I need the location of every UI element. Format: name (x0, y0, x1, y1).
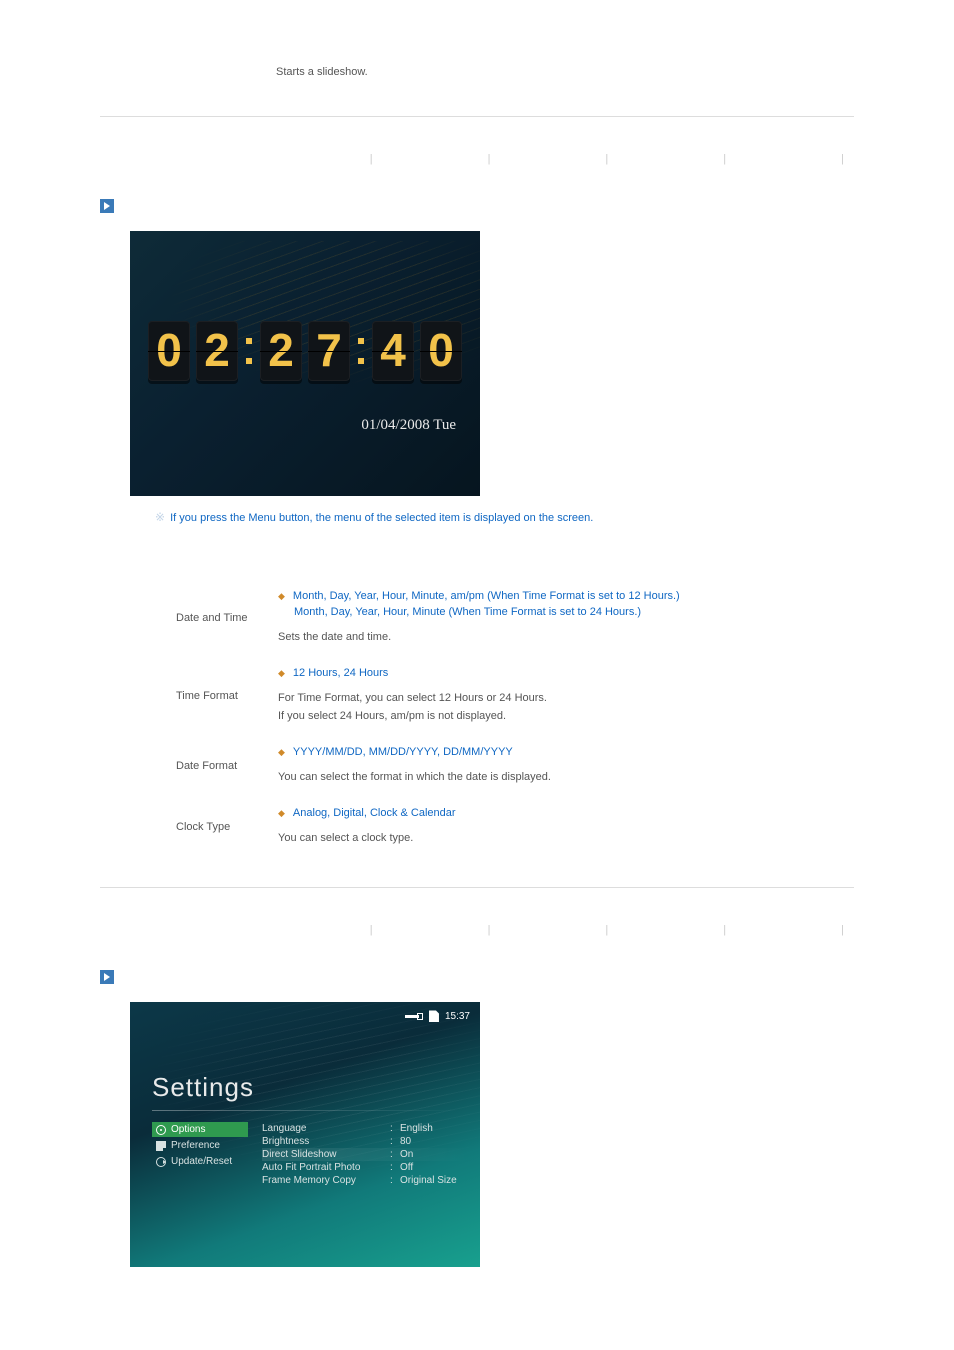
clock-colon (356, 338, 366, 364)
bullet-icon: ◆ (278, 808, 285, 818)
settings-row-value: Off (400, 1162, 413, 1173)
row-label: Clock Type (170, 797, 272, 858)
clock-date-text: 01/04/2008 Tue (361, 417, 456, 434)
settings-sidebar: Options Preference Update/Reset (152, 1122, 248, 1187)
option-text: YYYY/MM/DD, MM/DD/YYYY, DD/MM/YYYY (293, 746, 513, 758)
nav-sep: | (370, 153, 373, 165)
play-icon (100, 970, 114, 984)
nav-separator-row: | | | | | (0, 924, 954, 936)
row-label: Date Format (170, 736, 272, 797)
option-desc: For Time Format, you can select 12 Hours… (278, 689, 798, 708)
settings-row[interactable]: Language : English (262, 1122, 468, 1135)
sdcard-icon (429, 1010, 439, 1022)
note-text: If you press the Menu button, the menu o… (170, 512, 593, 524)
sidebar-item-options[interactable]: Options (152, 1122, 248, 1137)
option-desc: You can select the format in which the d… (278, 768, 798, 787)
clock-digit: 7 (308, 321, 350, 381)
settings-list: Language : English Brightness : 80 Direc… (262, 1122, 468, 1187)
menu-note: ※ If you press the Menu button, the menu… (155, 510, 954, 524)
note-glyph: ※ (155, 510, 163, 524)
sidebar-item-preference[interactable]: Preference (152, 1138, 248, 1153)
settings-row-label: Auto Fit Portrait Photo (262, 1162, 390, 1173)
row-label: Date and Time (170, 580, 272, 657)
clock-settings-table: Date and Time ◆ Month, Day, Year, Hour, M… (170, 580, 804, 857)
settings-row-value: Original Size (400, 1175, 457, 1186)
option-text: Analog, Digital, Clock & Calendar (293, 807, 456, 819)
nav-sep: | (605, 924, 608, 936)
sidebar-item-label: Preference (171, 1140, 220, 1151)
preference-icon (156, 1141, 166, 1151)
sidebar-item-label: Options (171, 1124, 205, 1135)
settings-row-value: On (400, 1149, 413, 1160)
nav-sep: | (841, 924, 844, 936)
nav-sep: | (723, 153, 726, 165)
settings-row-label: Direct Slideshow (262, 1149, 390, 1160)
intro-text: Starts a slideshow. (276, 66, 954, 78)
colon: : (390, 1162, 400, 1173)
play-icon (100, 199, 114, 213)
bullet-icon: ◆ (278, 668, 285, 678)
nav-sep: | (841, 153, 844, 165)
colon: : (390, 1123, 400, 1134)
settings-row-value: 80 (400, 1136, 411, 1147)
statusbar-time: 15:37 (445, 1011, 470, 1022)
bullet-icon: ◆ (278, 591, 285, 601)
settings-row-label: Brightness (262, 1136, 390, 1147)
usb-icon (405, 1012, 423, 1021)
clock-digit: 2 (196, 321, 238, 381)
title-underline (152, 1110, 458, 1111)
clock-colon (244, 338, 254, 364)
settings-screenshot: 15:37 Settings Options Preference (130, 1002, 480, 1267)
nav-sep: | (488, 153, 491, 165)
settings-row[interactable]: Brightness : 80 (262, 1135, 468, 1148)
gear-icon (156, 1125, 166, 1135)
nav-sep: | (605, 153, 608, 165)
row-label: Time Format (170, 657, 272, 736)
nav-sep: | (488, 924, 491, 936)
colon: : (390, 1136, 400, 1147)
reset-icon (156, 1157, 166, 1167)
settings-row-value: English (400, 1123, 433, 1134)
colon: : (390, 1175, 400, 1186)
settings-row-label: Language (262, 1123, 390, 1134)
clock-screenshot: 0 2 2 7 4 0 01/04/2008 Tue (130, 231, 480, 496)
settings-row[interactable]: Direct Slideshow : On (262, 1148, 468, 1161)
section-divider (100, 887, 854, 888)
section-divider (100, 116, 854, 117)
colon: : (390, 1149, 400, 1160)
clock-digit: 4 (372, 321, 414, 381)
option-text: 12 Hours, 24 Hours (293, 667, 388, 679)
option-desc: If you select 24 Hours, am/pm is not dis… (278, 707, 798, 726)
clock-digit: 2 (260, 321, 302, 381)
clock-digit: 0 (420, 321, 462, 381)
clock-digit: 0 (148, 321, 190, 381)
settings-row-label: Frame Memory Copy (262, 1175, 390, 1186)
settings-title: Settings (152, 1072, 254, 1103)
settings-row[interactable]: Frame Memory Copy : Original Size (262, 1174, 468, 1187)
settings-row[interactable]: Auto Fit Portrait Photo : Off (262, 1161, 468, 1174)
bullet-icon: ◆ (278, 747, 285, 757)
option-desc: Sets the date and time. (278, 628, 798, 647)
sidebar-item-label: Update/Reset (171, 1156, 232, 1167)
option-desc: You can select a clock type. (278, 829, 798, 848)
nav-sep: | (370, 924, 373, 936)
option-text: Month, Day, Year, Hour, Minute, am/pm (W… (293, 590, 680, 602)
nav-sep: | (723, 924, 726, 936)
option-text: Month, Day, Year, Hour, Minute (When Tim… (294, 606, 641, 618)
sidebar-item-update-reset[interactable]: Update/Reset (152, 1154, 248, 1169)
nav-separator-row: | | | | | (0, 153, 954, 165)
